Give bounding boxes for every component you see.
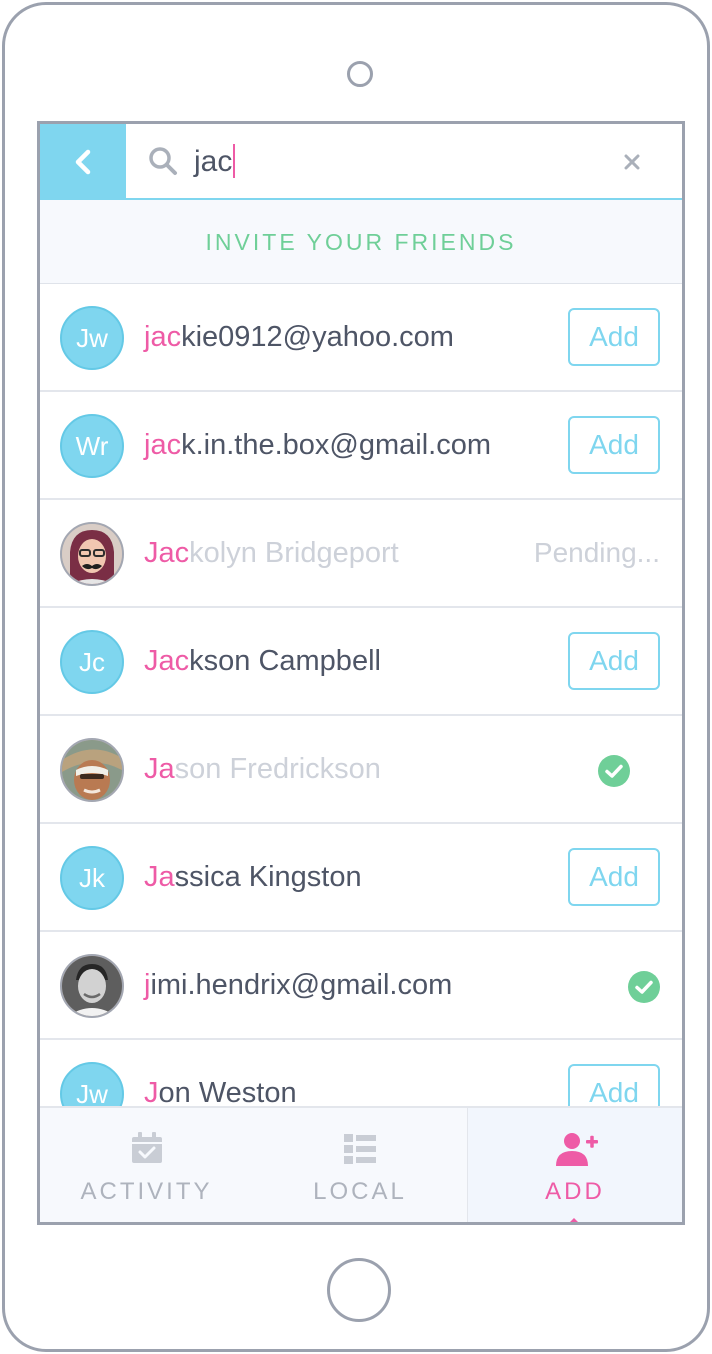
search-icon (149, 147, 177, 175)
contact-name: jackie0912@yahoo.com (144, 284, 454, 390)
add-button[interactable]: Add (568, 308, 660, 366)
contact-row: Jackolyn Bridgeport Pending... (40, 500, 682, 608)
add-button[interactable]: Add (568, 632, 660, 690)
contact-row: Jason Fredrickson (40, 716, 682, 824)
add-button[interactable]: Add (568, 848, 660, 906)
name-match: Ja (144, 861, 175, 893)
contact-row: Jc Jackson Campbell Add (40, 608, 682, 716)
name-rest: k.in.the.box@gmail.com (181, 429, 491, 461)
bottom-tab-bar: ACTIVITY LOCAL ADD (40, 1106, 682, 1222)
invite-friends-banner[interactable]: INVITE YOUR FRIENDS (40, 200, 682, 284)
check-circle-icon (628, 971, 660, 1003)
contact-row: Jw jackie0912@yahoo.com Add (40, 284, 682, 392)
contact-row: jimi.hendrix@gmail.com (40, 932, 682, 1040)
name-match: jac (144, 321, 182, 353)
contact-row: Jk Jassica Kingston Add (40, 824, 682, 932)
contact-name: Jackson Campbell (144, 608, 381, 714)
contact-name: Jason Fredrickson (144, 716, 381, 822)
contact-name: jack.in.the.box@gmail.com (144, 392, 491, 498)
text-caret (233, 144, 236, 179)
avatar-photo (60, 954, 124, 1018)
avatar: Wr (60, 414, 124, 478)
pending-status: Pending... (533, 537, 660, 568)
search-header: jac (40, 124, 682, 200)
name-rest: son Fredrickson (174, 753, 381, 785)
add-user-icon (556, 1133, 598, 1166)
avatar-photo (60, 522, 124, 586)
name-match: Jac (144, 645, 190, 677)
front-camera (347, 61, 373, 87)
contact-name: Jassica Kingston (144, 824, 362, 930)
avatar: Jk (60, 846, 124, 910)
check-circle-icon (598, 755, 630, 787)
avatar: Jw (60, 306, 124, 370)
tab-label: ADD (545, 1178, 605, 1205)
contact-name: Jackolyn Bridgeport (144, 500, 399, 606)
name-match: Ja (144, 753, 175, 785)
calendar-check-icon (132, 1132, 162, 1163)
avatar-photo (60, 738, 124, 802)
search-query: jac (194, 145, 233, 178)
tab-add[interactable]: ADD (467, 1108, 682, 1222)
name-match: Jac (144, 537, 190, 569)
search-input[interactable]: jac (194, 142, 236, 182)
name-rest: imi.hendrix@gmail.com (150, 969, 453, 1001)
tab-activity[interactable]: ACTIVITY (40, 1108, 253, 1222)
name-match: jac (144, 429, 182, 461)
tab-label: ACTIVITY (80, 1178, 213, 1205)
tab-local[interactable]: LOCAL (253, 1108, 467, 1222)
contact-name: jimi.hendrix@gmail.com (144, 932, 452, 1038)
phone-frame: jac INVITE YOUR FRIENDS Jw jackie0912@ya… (2, 2, 710, 1352)
app-screen: jac INVITE YOUR FRIENDS Jw jackie0912@ya… (37, 121, 685, 1225)
tab-label: LOCAL (313, 1178, 407, 1205)
chevron-left-icon (75, 149, 91, 175)
list-icon (344, 1134, 376, 1164)
name-rest: kolyn Bridgeport (189, 537, 399, 569)
name-rest: ssica Kingston (174, 861, 362, 893)
active-tab-indicator (566, 1218, 582, 1222)
name-rest: kson Campbell (189, 645, 381, 677)
add-button[interactable]: Add (568, 416, 660, 474)
home-button[interactable] (327, 1258, 391, 1322)
name-rest: on Weston (158, 1077, 297, 1109)
name-match: J (144, 1077, 159, 1109)
back-button[interactable] (40, 124, 126, 198)
name-rest: kie0912@yahoo.com (181, 321, 454, 353)
contact-row: Wr jack.in.the.box@gmail.com Add (40, 392, 682, 500)
avatar: Jc (60, 630, 124, 694)
close-icon[interactable] (623, 153, 641, 171)
